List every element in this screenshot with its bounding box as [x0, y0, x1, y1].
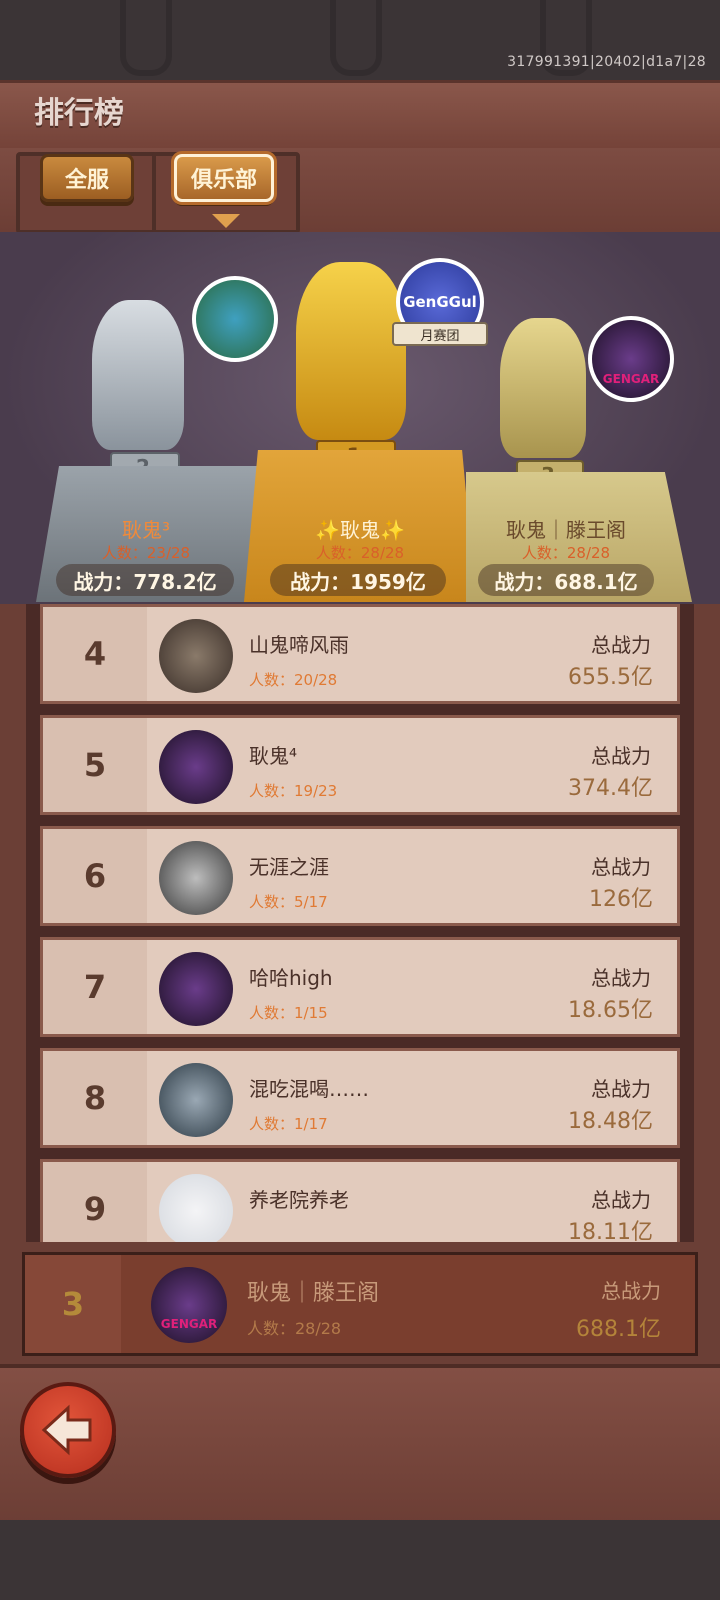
ranking-list[interactable]: 4 山鬼啼风雨人数：20/28 总战力 655.5亿 5 耿鬼⁴ 人数：19/23 总战力 37… — [26, 604, 694, 1242]
row-count: 人数：5/17 — [249, 893, 328, 911]
row-avatar — [159, 1063, 233, 1137]
row-name: 混吃混喝…… — [249, 1077, 369, 1101]
row-avatar — [159, 952, 233, 1026]
list-row[interactable]: 4 山鬼啼风雨人数：20/28 总战力 655.5亿 — [40, 604, 680, 704]
row-power-value: 126亿 — [589, 887, 653, 912]
list-row[interactable]: 8 混吃混喝…… 人数：1/17 总战力 18.48亿 — [40, 1048, 680, 1148]
row-name: 无涯之涯 — [249, 855, 329, 879]
podium-count-1: 人数：28/28 — [315, 544, 405, 562]
bottom-strip — [0, 1520, 720, 1600]
row-count: 人数：1/15 — [249, 1004, 328, 1022]
row-rank: 9 — [83, 1190, 107, 1228]
row-rank: 6 — [83, 857, 107, 895]
row-power-value: 655.5亿 — [568, 665, 653, 690]
row-power-label: 总战力 — [591, 744, 651, 768]
avatar-label: GENGAR — [602, 372, 660, 386]
row-power-value: 18.48亿 — [568, 1109, 653, 1134]
list-row[interactable]: 5 耿鬼⁴ 人数：19/23 总战力 374.4亿 — [40, 715, 680, 815]
bronze-trophy — [500, 318, 586, 458]
my-club-power: 688.1亿 — [576, 1317, 661, 1342]
row-avatar — [159, 619, 233, 693]
club-badge: 月赛团 — [392, 322, 488, 346]
row-power-label: 总战力 — [591, 966, 651, 990]
row-name: 养老院养老 — [249, 1188, 349, 1212]
build-id-text: 317991391|20402|d1a7|28 — [507, 54, 706, 70]
podium-name-2: 耿鬼³ — [121, 518, 171, 542]
row-power-value: 18.11亿 — [568, 1220, 653, 1242]
row-rank: 5 — [83, 746, 107, 784]
my-club-bar[interactable]: 3 GENGAR 耿鬼｜滕王阁 人数：28/28 总战力 688.1亿 — [22, 1252, 698, 1356]
my-club-name: 耿鬼｜滕王阁 — [247, 1281, 380, 1306]
podium-count-3: 人数：28/28 — [521, 544, 611, 562]
row-count: 人数：19/23 — [249, 782, 338, 800]
list-row[interactable]: 7 哈哈high 人数：1/15 总战力 18.65亿 — [40, 937, 680, 1037]
row-name: 耿鬼⁴ — [249, 744, 298, 768]
podium-count-2: 人数：23/28 — [101, 544, 191, 562]
back-arrow-icon — [41, 1404, 92, 1456]
row-avatar — [159, 1174, 233, 1242]
avatar-label: GENGAR — [160, 1317, 218, 1331]
row-power-label: 总战力 — [591, 1077, 651, 1101]
avatar-label: GenGGul — [403, 293, 477, 311]
row-avatar — [159, 841, 233, 915]
row-rank: 8 — [83, 1079, 107, 1117]
row-name: 山鬼啼风雨 — [249, 633, 349, 657]
row-power-value: 18.65亿 — [568, 998, 653, 1023]
my-club-rank: 3 — [61, 1285, 85, 1323]
list-row[interactable]: 9 养老院养老 总战力 18.11亿 — [40, 1159, 680, 1242]
row-rank: 4 — [83, 635, 107, 673]
tab-all-server[interactable]: 全服 — [40, 154, 134, 202]
row-power-label: 总战力 — [591, 855, 651, 879]
row-count: 人数：1/17 — [249, 1115, 328, 1133]
podium-avatar-2[interactable] — [192, 276, 278, 362]
active-tab-pointer — [212, 214, 240, 228]
podium-name-1: ✨耿鬼✨ — [315, 518, 405, 542]
podium-power-1: 战力：1959亿 — [270, 564, 446, 596]
podium-power-3: 战力：688.1亿 — [478, 564, 654, 596]
row-rank: 7 — [83, 968, 107, 1006]
list-row[interactable]: 6 无涯之涯人数：5/17 总战力 126亿 — [40, 826, 680, 926]
my-club-avatar: GENGAR — [151, 1267, 227, 1343]
my-club-count: 人数：28/28 — [247, 1319, 342, 1338]
row-power-label: 总战力 — [591, 633, 651, 657]
podium-name-3: 耿鬼｜滕王阁 — [506, 518, 626, 542]
row-name: 哈哈high — [249, 966, 333, 990]
silver-trophy — [92, 300, 184, 450]
gold-trophy — [296, 262, 406, 440]
podium-avatar-3[interactable]: GENGAR — [588, 316, 674, 402]
row-power-label: 总战力 — [591, 1188, 651, 1212]
my-club-power-label: 总战力 — [601, 1279, 661, 1303]
row-power-value: 374.4亿 — [568, 776, 653, 801]
page-title: 排行榜 — [34, 96, 124, 131]
row-avatar — [159, 730, 233, 804]
back-button[interactable] — [20, 1382, 116, 1478]
row-count: 人数：20/28 — [249, 671, 338, 689]
podium-power-2: 战力：778.2亿 — [56, 564, 234, 596]
tab-club[interactable]: 俱乐部 — [174, 154, 274, 202]
